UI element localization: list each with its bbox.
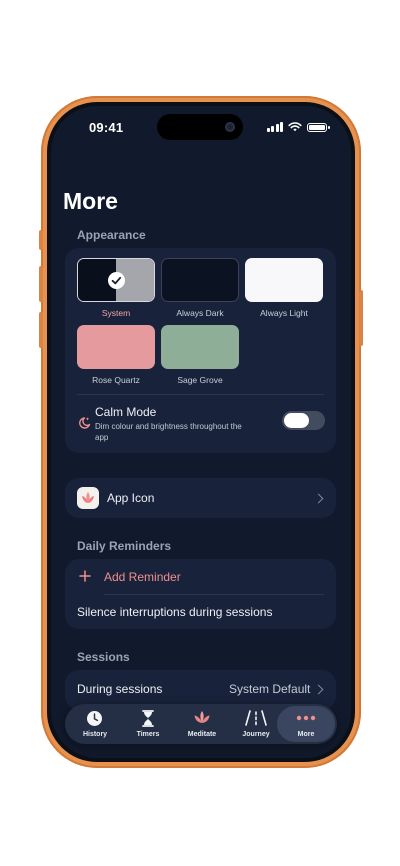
theme-swatch-sage-grove[interactable] <box>161 325 239 369</box>
calm-mode-title: Calm Mode <box>95 405 157 419</box>
status-time: 09:41 <box>89 120 124 135</box>
calm-mode-toggle[interactable] <box>282 411 325 430</box>
tab-label: History <box>82 731 108 738</box>
camera-icon <box>225 122 235 132</box>
calm-mode-subtitle: Dim colour and brightness throughout the… <box>95 422 242 442</box>
path-icon <box>245 710 267 726</box>
during-sessions-value: System Default <box>229 682 311 696</box>
tab-label: Timers <box>136 731 160 738</box>
volume-down-button <box>39 312 43 348</box>
theme-label-always-light: Always Light <box>260 308 308 318</box>
tab-meditate[interactable]: Meditate <box>175 704 229 744</box>
daily-reminders-header: Daily Reminders <box>77 539 172 553</box>
battery-icon <box>307 122 330 132</box>
action-button <box>39 230 43 250</box>
volume-up-button <box>39 266 43 302</box>
clock-icon <box>87 711 102 726</box>
theme-swatch-always-light[interactable] <box>245 258 323 302</box>
ellipsis-icon <box>296 715 316 721</box>
checkmark-icon <box>108 272 125 289</box>
add-reminder-label: Add Reminder <box>104 570 181 584</box>
page-title: More <box>63 188 118 214</box>
lotus-icon <box>77 487 99 509</box>
toggle-knob <box>284 413 309 428</box>
tab-more[interactable]: More <box>279 704 333 744</box>
chevron-right-icon <box>313 493 324 504</box>
moon-sparkle-icon <box>79 417 91 429</box>
divider <box>77 394 324 395</box>
tab-timers[interactable]: Timers <box>121 704 175 744</box>
theme-swatch-system[interactable] <box>77 258 155 302</box>
tab-label: Journey <box>242 731 270 738</box>
power-button <box>359 290 363 346</box>
theme-label-rose-quartz: Rose Quartz <box>92 375 140 385</box>
silence-interruptions-row[interactable]: Silence interruptions during sessions <box>65 595 336 629</box>
wifi-icon <box>288 122 302 132</box>
dynamic-island <box>157 114 243 140</box>
app-screen: 09:41 More Appearance System Always Dark <box>51 106 351 758</box>
theme-swatch-rose-quartz[interactable] <box>77 325 155 369</box>
plus-icon <box>79 570 91 582</box>
sessions-header: Sessions <box>77 650 130 664</box>
tab-label: More <box>297 731 315 738</box>
during-sessions-label: During sessions <box>77 682 163 696</box>
lotus-icon <box>194 711 210 723</box>
hourglass-icon <box>142 710 154 727</box>
add-reminder-button[interactable]: Add Reminder <box>65 559 336 593</box>
silence-interruptions-label: Silence interruptions during sessions <box>77 605 273 619</box>
theme-label-system: System <box>101 308 131 318</box>
tab-journey[interactable]: Journey <box>229 704 283 744</box>
tab-label: Meditate <box>187 731 217 738</box>
app-icon-row[interactable]: App Icon <box>65 478 336 518</box>
app-icon-label: App Icon <box>107 491 155 505</box>
status-icons <box>266 122 330 132</box>
chevron-right-icon <box>313 684 324 695</box>
tab-history[interactable]: History <box>68 704 122 744</box>
appearance-header: Appearance <box>77 228 146 242</box>
daily-reminders-card: Add Reminder Silence interruptions durin… <box>65 559 336 629</box>
cellular-signal-icon <box>266 122 283 132</box>
theme-label-always-dark: Always Dark <box>176 308 224 318</box>
theme-swatch-always-dark[interactable] <box>161 258 239 302</box>
theme-label-sage-grove: Sage Grove <box>177 375 223 385</box>
tab-bar: History Timers Meditate Journey More <box>65 704 337 744</box>
appearance-card: System Always Dark Always Light Rose Qua… <box>65 248 336 453</box>
